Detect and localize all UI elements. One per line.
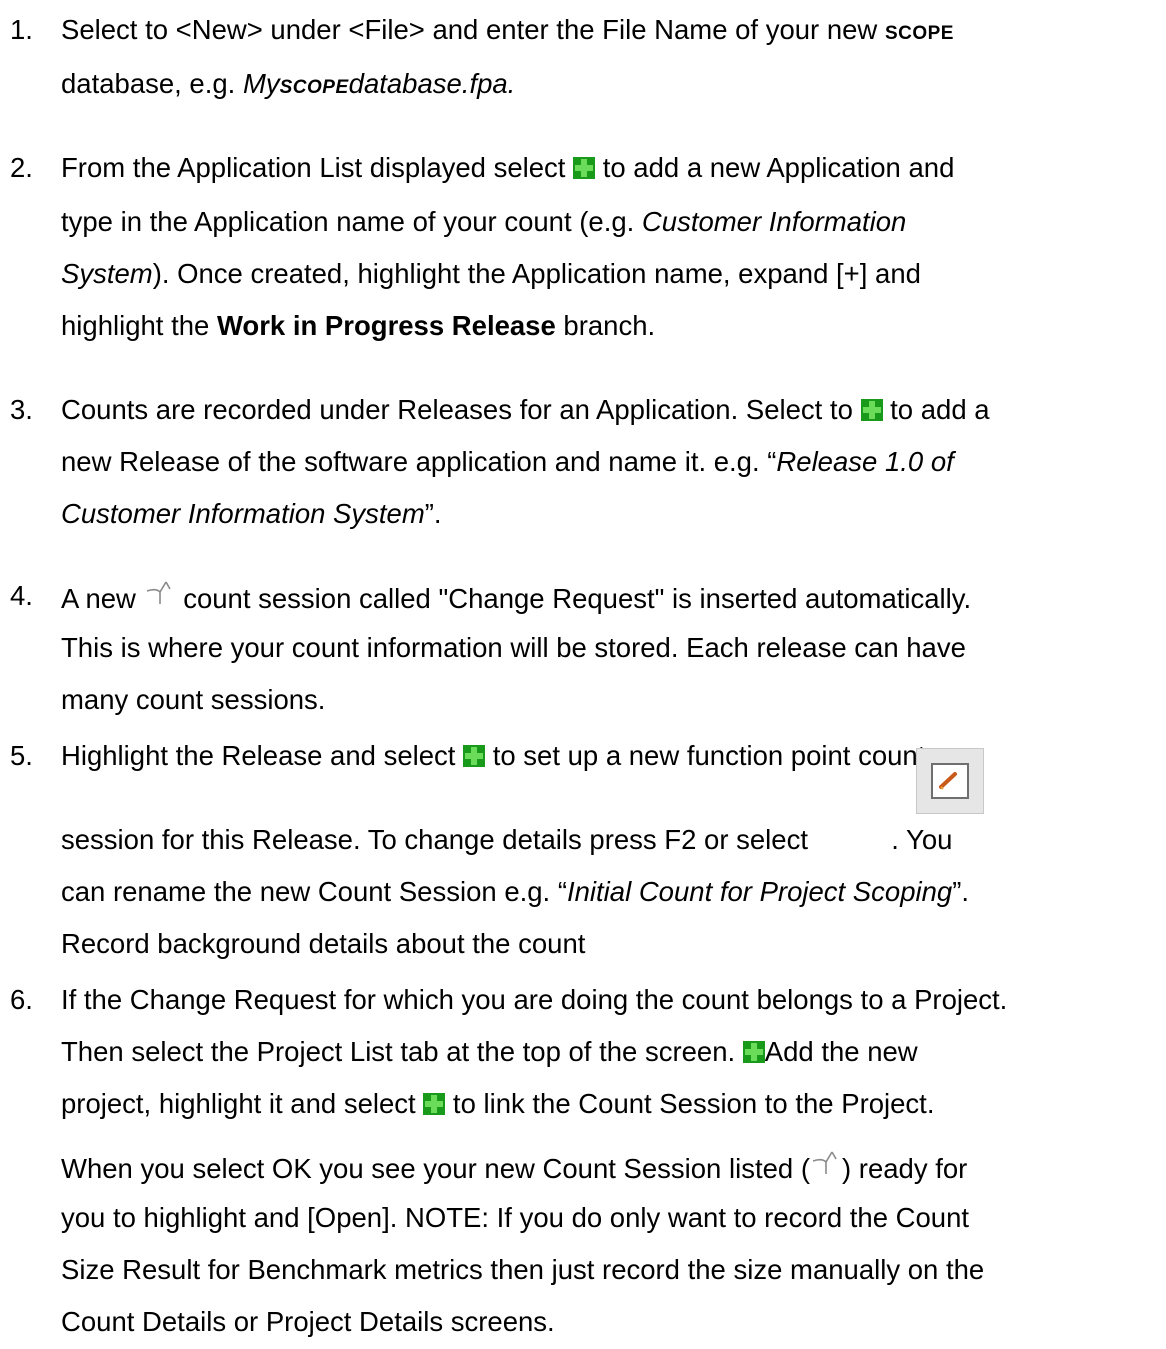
step-4-line-3: many count sessions. xyxy=(61,684,326,715)
step-number: 4. xyxy=(10,580,33,611)
step-number: 3. xyxy=(10,394,33,425)
green-plus-icon xyxy=(423,1093,446,1115)
green-plus-icon xyxy=(463,745,486,767)
step-5-line-4: Record background details about the coun… xyxy=(61,928,586,959)
step-number: 6. xyxy=(10,984,33,1015)
step-5-line-2: session for this Release. To change deta… xyxy=(61,824,953,855)
step-2-line-1: From the Application List displayed sele… xyxy=(61,152,955,183)
step-number: 2. xyxy=(10,152,33,183)
step-6-line-3: project, highlight it and select to link… xyxy=(61,1088,935,1119)
step-3-line-2: new Release of the software application … xyxy=(61,446,954,477)
step-6-line-2: Then select the Project List tab at the … xyxy=(61,1036,918,1067)
step-6-line-7: Count Details or Project Details screens… xyxy=(61,1306,555,1337)
step-number: 1. xyxy=(10,14,33,45)
compass-icon xyxy=(812,1151,837,1174)
step-2-line-2: type in the Application name of your cou… xyxy=(61,206,907,237)
green-plus-icon xyxy=(860,399,883,421)
pencil-icon xyxy=(939,772,957,790)
green-plus-icon xyxy=(742,1041,765,1063)
edit-details-icon xyxy=(916,748,984,814)
step-6-line-5: you to highlight and [Open]. NOTE: If yo… xyxy=(61,1202,970,1233)
scope-product-name: scope xyxy=(884,14,954,45)
step-number: 5. xyxy=(10,740,33,771)
step-5-line-3: can rename the new Count Session e.g. “I… xyxy=(61,876,969,907)
step-1-line-1: Select to <New> under <File> and enter t… xyxy=(61,14,954,45)
step-5-line-1: Highlight the Release and select to set … xyxy=(61,740,926,771)
step-2-line-3: System). Once created, highlight the App… xyxy=(61,258,921,289)
step-4-line-2: This is where your count information wil… xyxy=(61,632,966,663)
compass-icon xyxy=(146,581,171,604)
green-plus-icon xyxy=(573,157,596,179)
step-1-line-2: database, e.g. Myscopedatabase.fpa. xyxy=(61,68,516,99)
step-6-line-4: When you select OK you see your new Coun… xyxy=(61,1150,967,1185)
step-6-line-6: Size Result for Benchmark metrics then j… xyxy=(61,1254,985,1285)
scope-product-name: scope xyxy=(279,68,349,99)
step-3-line-1: Counts are recorded under Releases for a… xyxy=(61,394,990,425)
step-3-line-3: Customer Information System”. xyxy=(61,498,442,529)
step-6-line-1: If the Change Request for which you are … xyxy=(61,984,1008,1015)
step-4-line-1: A new count session called "Change Reque… xyxy=(61,580,971,615)
step-2-line-4: highlight the Work in Progress Release b… xyxy=(61,310,656,341)
